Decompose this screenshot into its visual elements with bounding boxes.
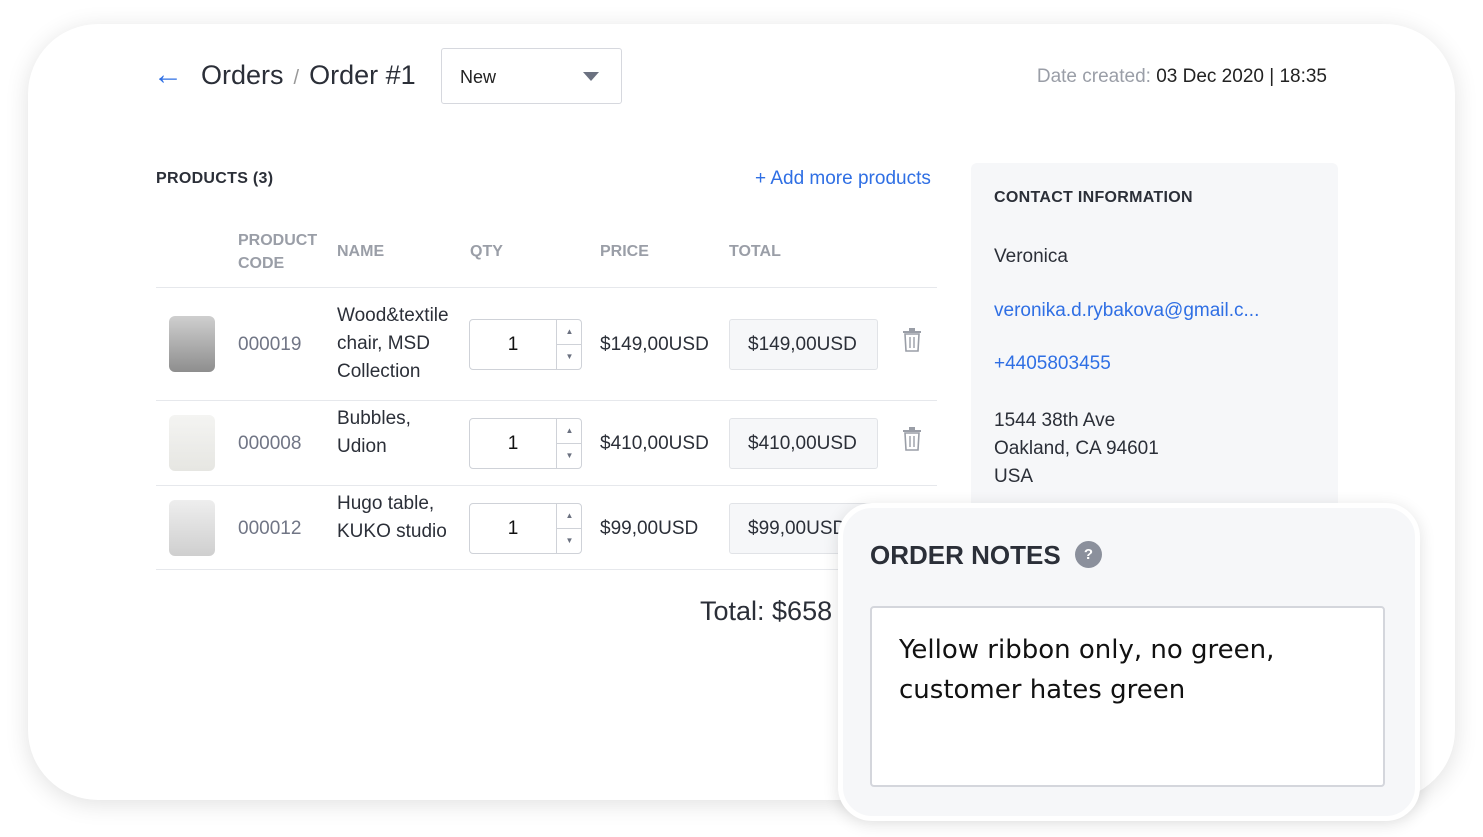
product-name: Wood&textile chair, MSD Collection <box>337 305 449 382</box>
chevron-down-icon <box>583 72 599 81</box>
order-notes-panel: ORDER NOTES ? Yellow ribbon only, no gre… <box>838 503 1420 821</box>
contact-panel: CONTACT INFORMATION Veronica veronika.d.… <box>971 163 1338 523</box>
product-name: Bubbles, Udion <box>337 408 411 457</box>
breadcrumb-orders[interactable]: Orders <box>201 60 284 90</box>
product-thumbnail <box>169 415 215 471</box>
increment-icon[interactable]: ▲ <box>557 504 582 529</box>
date-label: Date created: <box>1036 66 1151 87</box>
quantity-stepper[interactable]: 1 ▲ ▼ <box>469 503 582 554</box>
contact-email-link[interactable]: veronika.d.rybakova@gmail.c... <box>994 297 1259 325</box>
quantity-value[interactable]: 1 <box>470 334 556 356</box>
arrow-left-icon[interactable]: ← <box>153 60 183 90</box>
page-title: Order #1 <box>309 60 416 90</box>
divider <box>156 485 937 486</box>
product-total: $410,00USD <box>729 418 878 469</box>
contact-address: 1544 38th Ave Oakland, CA 94601 USA <box>994 407 1159 491</box>
product-price: $149,00USD <box>600 334 709 355</box>
product-price: $410,00USD <box>600 433 709 454</box>
product-code: 000008 <box>238 433 302 454</box>
col-product-code: PRODUCT CODE <box>238 229 317 275</box>
address-line: Oakland, CA 94601 <box>994 438 1159 459</box>
quantity-stepper[interactable]: 1 ▲ ▼ <box>469 319 582 370</box>
products-title: PRODUCTS (3) <box>156 170 274 187</box>
divider <box>156 287 937 288</box>
col-total: TOTAL <box>729 243 781 260</box>
divider <box>156 400 937 401</box>
date-value: 03 Dec 2020 | 18:35 <box>1156 66 1327 87</box>
contact-phone-link[interactable]: +4405803455 <box>994 350 1111 378</box>
quantity-value[interactable]: 1 <box>470 518 556 540</box>
breadcrumb-separator: / <box>293 67 300 89</box>
col-price: PRICE <box>600 243 649 260</box>
product-total: $149,00USD <box>729 319 878 370</box>
decrement-icon[interactable]: ▼ <box>557 529 582 554</box>
trash-icon[interactable] <box>902 327 922 353</box>
quantity-stepper[interactable]: 1 ▲ ▼ <box>469 418 582 469</box>
breadcrumb: Orders / Order #1 <box>201 60 416 91</box>
product-thumbnail <box>169 316 215 372</box>
product-price: $99,00USD <box>600 518 699 539</box>
trash-icon[interactable] <box>902 426 922 452</box>
increment-icon[interactable]: ▲ <box>557 320 582 345</box>
col-qty: QTY <box>470 243 503 260</box>
increment-icon[interactable]: ▲ <box>557 419 582 444</box>
decrement-icon[interactable]: ▼ <box>557 345 582 370</box>
help-icon[interactable]: ? <box>1075 541 1102 568</box>
product-code: 000012 <box>238 518 302 539</box>
status-select[interactable]: New <box>441 48 622 104</box>
col-name: NAME <box>337 243 385 260</box>
decrement-icon[interactable]: ▼ <box>557 444 582 469</box>
order-notes-title: ORDER NOTES <box>870 540 1061 570</box>
col-code-line2: CODE <box>238 255 285 272</box>
product-name: Hugo table, KUKO studio <box>337 493 447 542</box>
grand-total: Total: $658 <box>700 596 833 626</box>
product-code: 000019 <box>238 334 302 355</box>
col-code-line1: PRODUCT <box>238 232 318 249</box>
contact-name: Veronica <box>994 246 1068 267</box>
add-more-products-link[interactable]: + Add more products <box>755 168 931 190</box>
address-line: 1544 38th Ave <box>994 410 1116 431</box>
quantity-value[interactable]: 1 <box>470 433 556 455</box>
order-notes-textarea[interactable]: Yellow ribbon only, no green, customer h… <box>870 606 1385 787</box>
date-created: Date created: 03 Dec 2020 | 18:35 <box>1037 66 1327 88</box>
contact-title: CONTACT INFORMATION <box>994 189 1193 206</box>
divider <box>156 569 937 570</box>
status-value: New <box>460 67 497 87</box>
address-line: USA <box>994 466 1034 487</box>
product-thumbnail <box>169 500 215 556</box>
